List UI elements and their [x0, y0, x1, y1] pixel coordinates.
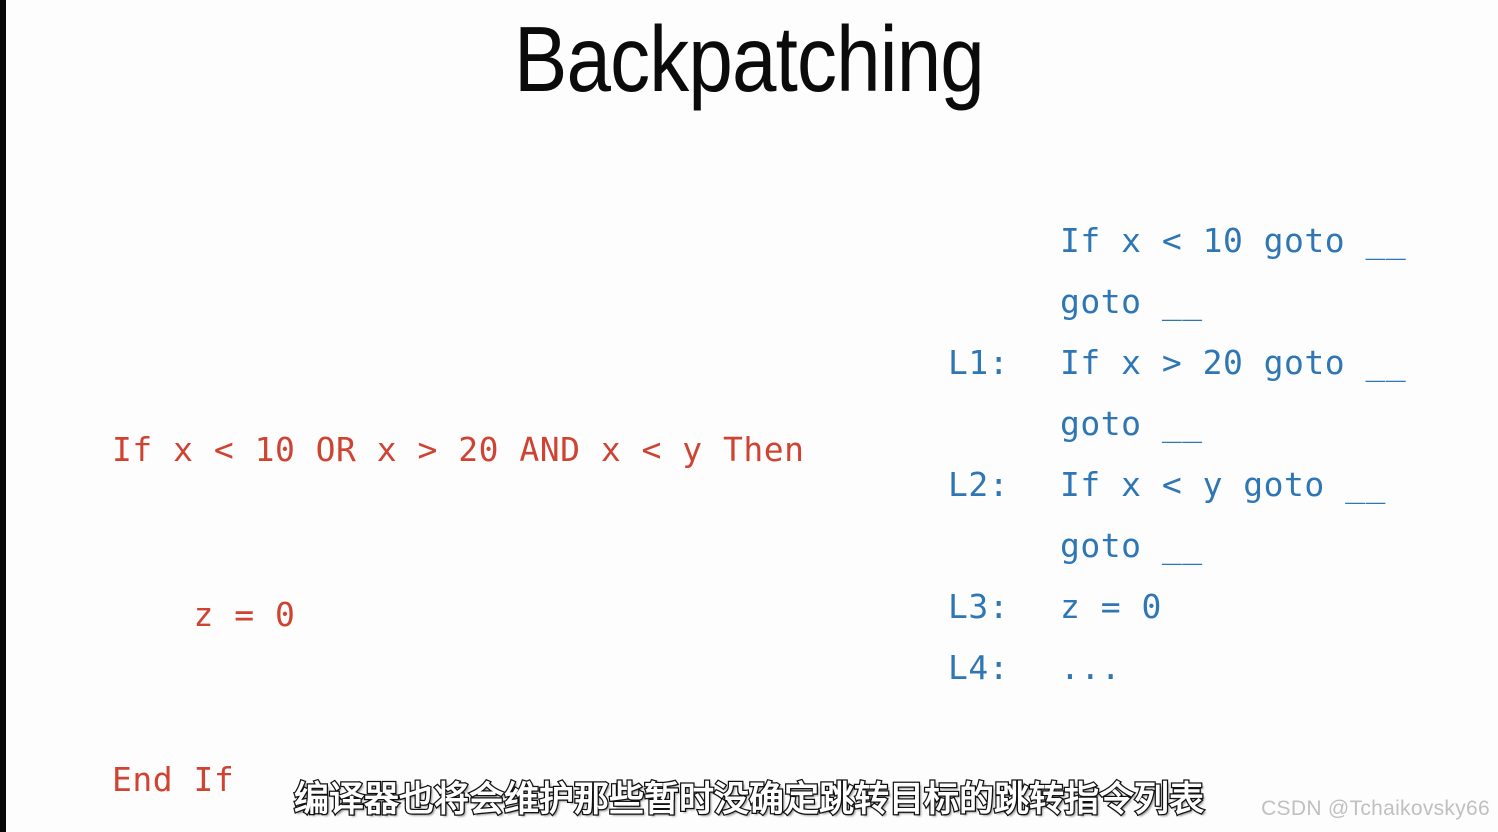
ir-label: L1: [948, 343, 1010, 382]
target-code-block: If x < 10 goto __ goto __ L1: If x > 20 … [948, 210, 1406, 698]
table-row: L2: If x < y goto __ [948, 454, 1406, 515]
ir-instruction: ... [1060, 648, 1122, 687]
page-title: Backpatching [514, 7, 985, 111]
ir-instruction: If x < 10 goto __ [1060, 221, 1407, 260]
ir-label: L3: [948, 587, 1010, 626]
table-row: L4: ... [948, 637, 1406, 698]
table-row: L1: If x > 20 goto __ [948, 332, 1406, 393]
left-edge-bar [0, 0, 6, 832]
ir-label: L2: [948, 465, 1010, 504]
table-row: If x < 10 goto __ [948, 210, 1406, 271]
ir-instruction: z = 0 [1060, 587, 1162, 626]
presentation-slide: Backpatching If x < 10 OR x > 20 AND x <… [0, 0, 1498, 832]
ir-instruction: If x > 20 goto __ [1060, 343, 1407, 382]
ir-instruction: goto __ [1060, 526, 1203, 565]
ir-label: L4: [948, 648, 1010, 687]
ir-instruction: goto __ [1060, 282, 1203, 321]
source-code-line: If x < 10 OR x > 20 AND x < y Then [112, 430, 805, 469]
source-code-line: z = 0 [112, 595, 296, 634]
table-row: L3: z = 0 [948, 576, 1406, 637]
watermark: CSDN @Tchaikovsky66 [1261, 797, 1490, 820]
ir-instruction: goto __ [1060, 404, 1203, 443]
table-row: goto __ [948, 271, 1406, 332]
ir-instruction: If x < y goto __ [1060, 465, 1386, 504]
table-row: goto __ [948, 393, 1406, 454]
source-code-block: If x < 10 OR x > 20 AND x < y Then z = 0… [112, 312, 805, 832]
table-row: goto __ [948, 515, 1406, 576]
